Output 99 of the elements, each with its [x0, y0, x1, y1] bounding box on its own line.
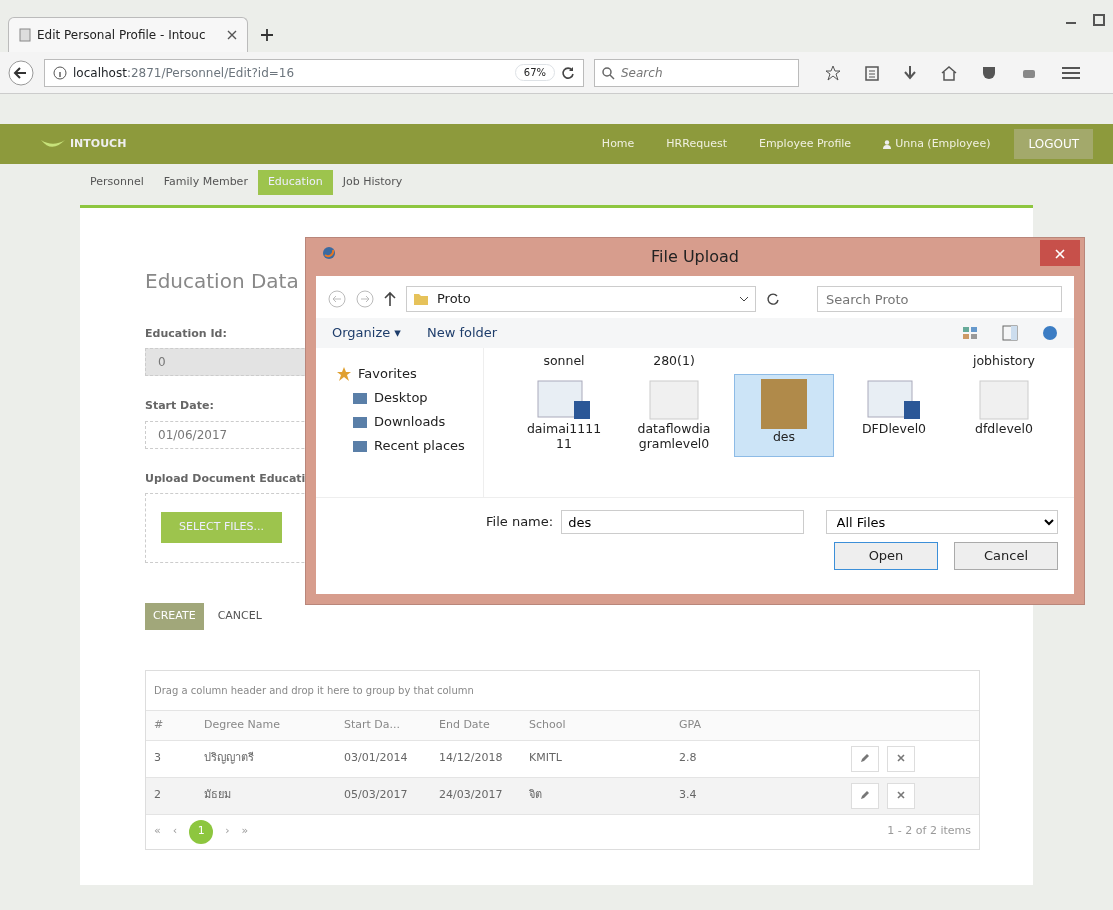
table-cell-text: 24/03/2017	[438, 787, 504, 804]
search-field[interactable]: Search	[594, 58, 799, 87]
field-label: File name:	[486, 513, 554, 532]
brand-name: INTOUCH	[70, 135, 127, 152]
document-icon	[536, 378, 592, 421]
view-icon[interactable]	[962, 326, 978, 340]
table-cell-text: 2	[153, 787, 162, 804]
file-name: dfdlevel0	[975, 420, 1033, 437]
file-item[interactable]: dfdlevel0	[954, 373, 1054, 457]
file-name: des	[772, 428, 796, 445]
document-icon	[866, 378, 922, 421]
close-icon	[897, 754, 905, 763]
table-cell-text: ปริญญาตรี	[203, 750, 255, 767]
column-header[interactable]: School	[521, 716, 671, 734]
dialog-title: File Upload	[651, 246, 739, 268]
field-label: Education Id:	[145, 325, 227, 342]
clipboard-icon[interactable]	[865, 64, 879, 81]
file-name: 280(1)	[653, 353, 695, 369]
document-icon	[646, 378, 702, 421]
table-cell-text: 03/01/2014	[343, 750, 409, 767]
menu-icon[interactable]	[1061, 64, 1081, 81]
app-icon	[322, 246, 336, 260]
download-icon[interactable]	[903, 64, 917, 81]
file-name: DFDlevel0	[861, 420, 927, 437]
column-header[interactable]: End Date	[431, 716, 521, 734]
open-button[interactable]: Open	[834, 542, 938, 570]
field-label: Start Date:	[145, 398, 214, 414]
table-cell-text: 05/03/2017	[343, 787, 409, 804]
home-icon[interactable]	[941, 64, 957, 81]
column-header[interactable]: GPA	[671, 716, 821, 734]
table-cell-text: KMITL	[528, 750, 563, 767]
close-icon[interactable]	[227, 30, 237, 40]
search-field[interactable]: Search Proto	[817, 286, 1062, 312]
form-title: Education Data	[145, 267, 299, 295]
file-item[interactable]: DFDlevel0	[844, 373, 944, 457]
file-name: dataflowdia gramlevel0	[636, 420, 712, 452]
column-header[interactable]: Degree Name	[196, 716, 336, 734]
folder-icon	[352, 415, 368, 429]
pencil-icon	[860, 753, 870, 764]
path-field[interactable]: Proto	[406, 286, 756, 312]
folder-icon	[413, 292, 429, 306]
maximize-icon[interactable]	[1093, 14, 1105, 26]
document-icon	[976, 378, 1032, 421]
close-icon	[1055, 248, 1065, 259]
logo-icon	[40, 138, 66, 150]
user-icon	[883, 139, 892, 149]
pager-summary: 1 - 2 of 2 items	[887, 823, 971, 840]
browser-tab[interactable]: Edit Personal Profile - Intouc	[8, 17, 248, 52]
url-text: localhost:2871/Personnel/Edit?id=16	[73, 64, 295, 82]
folder-icon	[352, 439, 368, 453]
table-cell-text: 2.8	[678, 750, 698, 767]
nav-item[interactable]: Desktop	[336, 386, 483, 410]
sub-tab[interactable]: Job History	[332, 170, 413, 195]
input-field[interactable]: des	[561, 510, 804, 534]
shield-icon[interactable]	[981, 64, 997, 81]
file-item[interactable]: des	[734, 373, 834, 457]
table-cell-text: มัธยม	[203, 787, 232, 804]
table-cell-text: จิต	[528, 787, 543, 804]
new-folder-button[interactable]: New folder	[426, 323, 498, 343]
file-name: daimai1111 11	[525, 420, 603, 452]
search-icon	[601, 65, 615, 80]
file-item[interactable]: dataflowdia gramlevel0	[624, 373, 724, 457]
file-item[interactable]: sonnel	[514, 348, 614, 374]
column-header[interactable]: Start Da...	[336, 716, 431, 734]
reload-icon[interactable]	[561, 65, 575, 80]
photo-placeholder	[761, 378, 807, 429]
info-icon	[53, 65, 67, 80]
cancel-button[interactable]: CANCEL	[211, 603, 268, 630]
table-cell-text: 3.4	[678, 787, 698, 804]
pencil-icon	[860, 790, 870, 801]
address-bar[interactable]: localhost:2871/Personnel/Edit?id=16 67%	[44, 58, 584, 87]
file-item[interactable]: jobhistory	[954, 348, 1054, 374]
refresh-icon[interactable]	[766, 292, 780, 306]
table-cell-text: 14/12/2018	[438, 750, 504, 767]
new-tab-icon[interactable]	[260, 28, 274, 42]
chevron-down-icon	[739, 295, 749, 303]
back-icon[interactable]	[8, 59, 34, 86]
organize-menu[interactable]: Organize ▾	[332, 323, 401, 343]
star-icon	[336, 366, 352, 382]
field-label: Upload Document Educati	[145, 470, 306, 487]
tab-title: Edit Personal Profile - Intouc	[37, 27, 206, 44]
sub-tab[interactable]: Personnel	[80, 170, 154, 195]
close-button[interactable]	[1040, 240, 1080, 266]
table-cell-text: 3	[153, 750, 162, 767]
star-icon[interactable]	[825, 64, 841, 81]
sub-tab[interactable]: Family Member	[153, 170, 258, 195]
file-type-dropdown[interactable]: All Files	[825, 510, 1058, 534]
page-icon	[19, 28, 31, 42]
close-icon	[897, 791, 905, 800]
edit-button[interactable]	[851, 782, 879, 809]
edit-button[interactable]	[851, 745, 879, 772]
file-item[interactable]: daimai1111 11	[514, 373, 614, 457]
folder-icon	[352, 391, 368, 405]
group-hint: Drag a column header and drop it here to group by that column	[146, 670, 979, 711]
file-item[interactable]: 280(1)	[624, 348, 724, 374]
up-arrow-icon[interactable]	[384, 291, 396, 307]
file-name: jobhistory	[972, 353, 1036, 369]
cancel-button[interactable]: Cancel	[954, 542, 1058, 570]
file-name: sonnel	[543, 353, 585, 369]
